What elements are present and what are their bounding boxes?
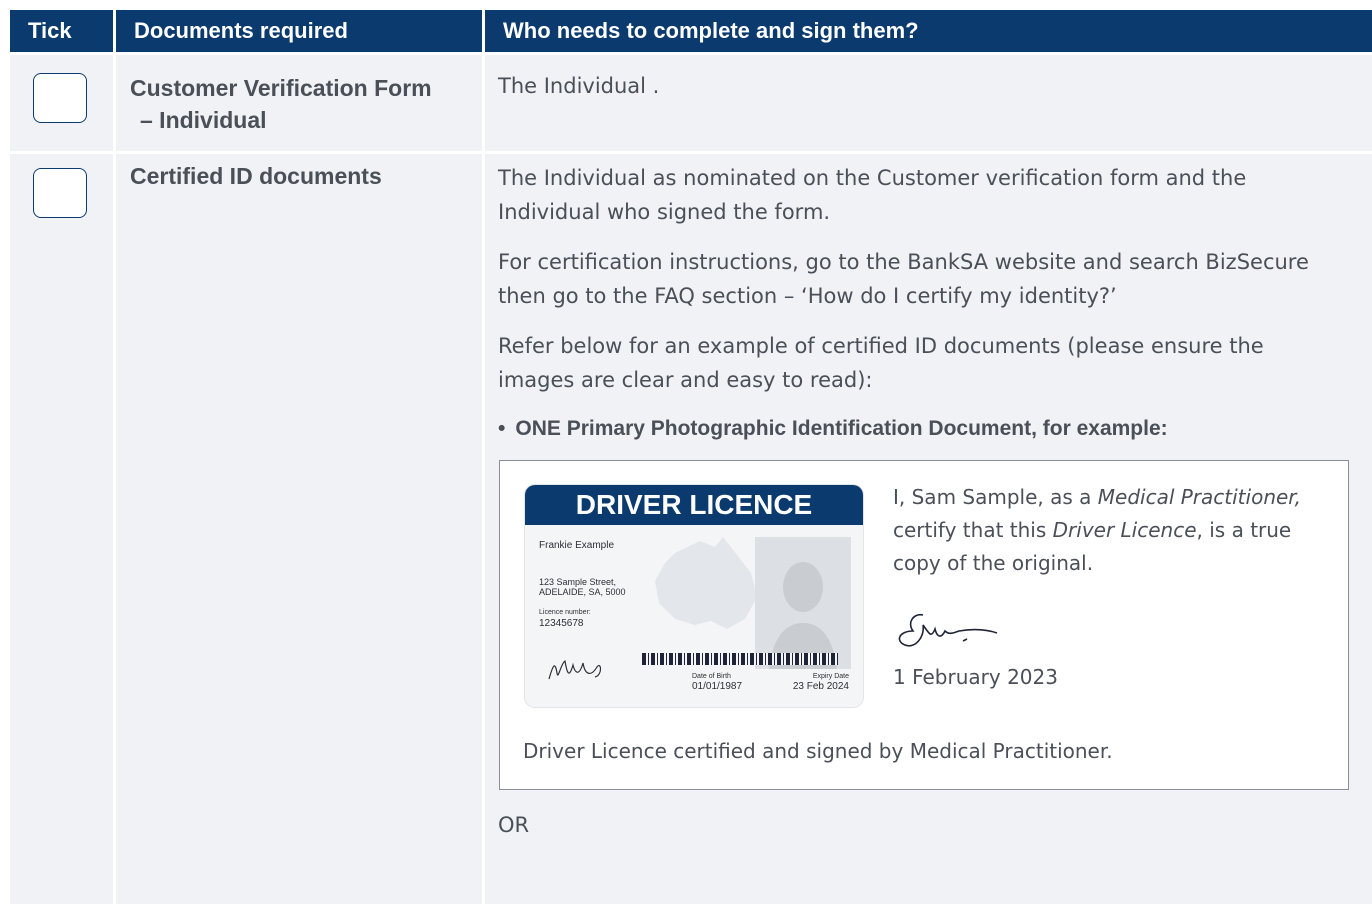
cert-text: , is a true: [1196, 518, 1292, 542]
address-line: 123 Sample Street,: [539, 577, 617, 587]
bullet-primary-photo-id: • ONE Primary Photographic Identification…: [498, 412, 1358, 446]
person-silhouette-icon: [769, 562, 837, 669]
certifier-signature-icon: [898, 613, 998, 647]
who-para-3: Refer below for an example of certified …: [498, 329, 1358, 397]
doc-certified-id: Certified ID documents: [130, 163, 382, 189]
cert-text: certify that this: [893, 518, 1053, 542]
who-para-2: For certification instructions, go to th…: [498, 245, 1358, 313]
row2-tick-cell: [10, 154, 113, 904]
dob-label: Date of Birth: [692, 673, 731, 680]
text-line: then go to the FAQ section – ‘How do I c…: [498, 284, 1117, 308]
certification-date: 1 February 2023: [893, 665, 1058, 689]
row2-doc-cell: [116, 154, 482, 904]
text-line: Individual who signed the form.: [498, 200, 831, 224]
or-text: OR: [498, 813, 530, 837]
text-line: For certification instructions, go to th…: [498, 250, 1309, 274]
address-line: ADELAIDE, SA, 5000: [539, 587, 626, 597]
bullet-dot-icon: •: [498, 417, 506, 440]
certified-example-box: DRIVER LICENCE Frankie Example 123 Sampl…: [499, 460, 1349, 790]
tick-checkbox-customer-verification[interactable]: [33, 73, 87, 123]
text-line: Refer below for an example of certified …: [498, 334, 1264, 358]
cert-line-3: copy of the original.: [893, 551, 1094, 575]
expiry-label: Expiry Date: [812, 673, 849, 680]
doc-line-1: Customer Verification Form: [130, 75, 432, 101]
dob-value: 01/01/1987: [692, 681, 743, 692]
licence-photo: [755, 537, 851, 669]
header-tick: Tick: [10, 10, 113, 52]
card-name: Frankie Example: [539, 540, 615, 551]
text-line: The Individual as nominated on the Custo…: [498, 166, 1247, 190]
cert-line-2: certify that this Driver Licence, is a t…: [893, 514, 1333, 547]
cert-text: I, Sam Sample, as a: [893, 485, 1098, 509]
header-who-signs: Who needs to complete and sign them?: [485, 10, 1372, 52]
cert-role: Medical Practitioner,: [1097, 485, 1302, 509]
tick-checkbox-certified-id[interactable]: [33, 168, 87, 218]
card-signature-icon: [548, 660, 602, 680]
expiry-value: 23 Feb 2024: [792, 681, 849, 692]
text-line: images are clear and easy to read):: [498, 368, 873, 392]
licence-number: 12345678: [539, 618, 584, 629]
card-address: 123 Sample Street, ADELAIDE, SA, 5000: [539, 577, 626, 597]
doc-line-2: – Individual: [140, 107, 267, 133]
who-para-1: The Individual as nominated on the Custo…: [498, 161, 1358, 229]
licence-number-label: Licence number:: [539, 609, 591, 616]
driver-licence-card: DRIVER LICENCE Frankie Example 123 Sampl…: [525, 485, 863, 707]
doc-customer-verification-form: Customer Verification Form – Individual: [130, 72, 470, 136]
header-documents-required: Documents required: [116, 10, 482, 52]
card-title: DRIVER LICENCE: [525, 485, 863, 525]
cert-document: Driver Licence: [1052, 518, 1197, 542]
who-customer-verification: The Individual .: [498, 74, 660, 98]
certification-statement: I, Sam Sample, as a Medical Practitioner…: [893, 481, 1333, 580]
bullet-text: ONE Primary Photographic Identification …: [515, 417, 1168, 440]
example-caption: Driver Licence certified and signed by M…: [523, 739, 1113, 763]
barcode: [642, 653, 838, 665]
cert-line-1: I, Sam Sample, as a Medical Practitioner…: [893, 481, 1333, 514]
australia-map-icon: [655, 537, 757, 629]
